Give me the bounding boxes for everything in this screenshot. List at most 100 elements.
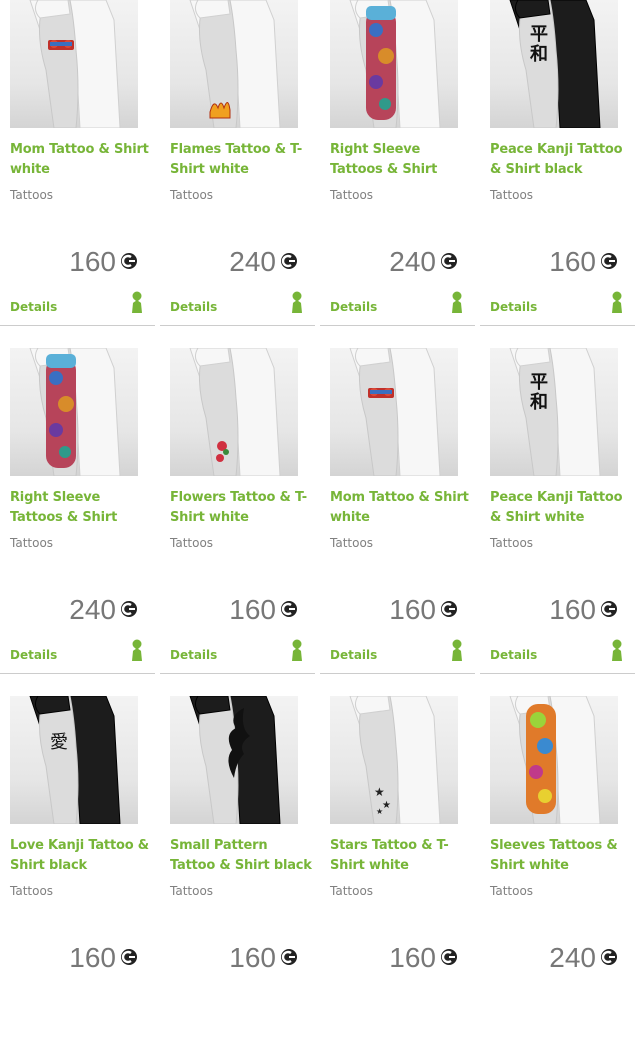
product-thumbnail-graphic (29, 0, 121, 128)
avatar-icon (610, 291, 624, 313)
avatar-icon (450, 291, 464, 313)
microsoft-points-icon (600, 948, 618, 966)
row-divider (480, 673, 635, 674)
product-thumbnail-graphic (509, 696, 601, 824)
product-price: 240 (549, 942, 596, 973)
product-title[interactable]: Flames Tattoo & T-Shirt white (170, 140, 316, 180)
microsoft-points-icon (280, 252, 298, 270)
product-thumbnail[interactable] (10, 348, 138, 476)
product-title[interactable]: Mom Tattoo & Shirt white (330, 488, 476, 528)
product-thumbnail[interactable] (330, 348, 458, 476)
product-thumbnail[interactable] (10, 0, 138, 128)
product-title[interactable]: Right Sleeve Tattoos & Shirt (10, 488, 156, 528)
product-thumbnail[interactable]: 平和 (490, 348, 618, 476)
product-thumbnail-graphic: 平和 (509, 0, 601, 128)
avatar-icon (450, 639, 464, 661)
product-thumbnail[interactable] (170, 348, 298, 476)
product-card[interactable]: Flowers Tattoo & T-Shirt white Tattoos 160… (160, 348, 316, 696)
product-thumbnail[interactable] (170, 696, 298, 824)
product-thumbnail-graphic (29, 348, 121, 476)
product-title[interactable]: Peace Kanji Tattoo & Shirt black (490, 140, 635, 180)
product-price: 160 (69, 942, 116, 973)
product-card[interactable]: 平和 Peace Kanji Tattoo & Shirt black Tatto… (480, 0, 635, 348)
svg-text:和: 和 (530, 392, 548, 413)
product-thumbnail[interactable]: ★ ★ ★ (330, 696, 458, 824)
row-divider (480, 325, 635, 326)
microsoft-points-icon (280, 600, 298, 618)
product-thumbnail[interactable] (170, 0, 298, 128)
product-card[interactable]: Flames Tattoo & T-Shirt white Tattoos 240 D… (160, 0, 316, 348)
svg-text:★: ★ (374, 785, 385, 799)
details-link[interactable]: Details (10, 300, 57, 314)
product-card[interactable]: Sleeves Tattoos & Shirt white Tattoos 240 (480, 696, 635, 1044)
product-price: 160 (549, 246, 596, 277)
product-title[interactable]: Right Sleeve Tattoos & Shirt (330, 140, 476, 180)
details-link[interactable]: Details (490, 648, 537, 662)
price-row: 240 (320, 246, 458, 278)
product-category: Tattoos (330, 188, 374, 202)
avatar-icon (610, 639, 624, 661)
product-thumbnail-graphic: 平和 (509, 348, 601, 476)
product-title[interactable]: Mom Tattoo & Shirt white (10, 140, 156, 180)
product-thumbnail-graphic (189, 696, 281, 824)
product-category: Tattoos (170, 884, 214, 898)
product-price: 160 (229, 942, 276, 973)
product-card[interactable]: Right Sleeve Tattoos & Shirt Tattoos 240 De… (0, 348, 156, 696)
row-divider (320, 325, 475, 326)
price-row: 160 (320, 594, 458, 626)
svg-text:★: ★ (376, 807, 383, 816)
product-thumbnail-graphic: 愛 (29, 696, 121, 824)
product-price: 160 (69, 246, 116, 277)
product-category: Tattoos (170, 188, 214, 202)
product-card[interactable]: Right Sleeve Tattoos & Shirt Tattoos 240 De… (320, 0, 476, 348)
product-card[interactable]: ★ ★ ★ Stars Tattoo & T-Shirt white Tattoos 1… (320, 696, 476, 1044)
product-card[interactable]: Mom Tattoo & Shirt white Tattoos 160 Detail… (320, 348, 476, 696)
product-card[interactable]: 平和 Peace Kanji Tattoo & Shirt white Tatto… (480, 348, 635, 696)
row-divider (160, 325, 315, 326)
details-link[interactable]: Details (170, 648, 217, 662)
product-thumbnail[interactable]: 愛 (10, 696, 138, 824)
avatar-icon (290, 639, 304, 661)
product-price: 160 (229, 594, 276, 625)
product-thumbnail[interactable] (330, 0, 458, 128)
product-category: Tattoos (490, 188, 534, 202)
product-card[interactable]: 愛 Love Kanji Tattoo & Shirt black Tattoos… (0, 696, 156, 1044)
product-category: Tattoos (10, 536, 54, 550)
product-title[interactable]: Small Pattern Tattoo & Shirt black (170, 836, 316, 876)
product-price: 160 (389, 942, 436, 973)
product-category: Tattoos (170, 536, 214, 550)
product-price: 240 (389, 246, 436, 277)
price-row: 240 (480, 942, 618, 974)
product-title[interactable]: Flowers Tattoo & T-Shirt white (170, 488, 316, 528)
svg-text:★: ★ (382, 800, 391, 811)
svg-text:和: 和 (530, 44, 548, 65)
product-category: Tattoos (490, 884, 534, 898)
product-title[interactable]: Stars Tattoo & T-Shirt white (330, 836, 476, 876)
price-row: 240 (0, 594, 138, 626)
price-row: 240 (160, 246, 298, 278)
microsoft-points-icon (440, 948, 458, 966)
details-link[interactable]: Details (170, 300, 217, 314)
product-thumbnail-graphic: ★★★ (349, 696, 441, 824)
microsoft-points-icon (120, 252, 138, 270)
microsoft-points-icon (600, 600, 618, 618)
product-title[interactable]: Sleeves Tattoos & Shirt white (490, 836, 635, 876)
details-link[interactable]: Details (10, 648, 57, 662)
details-link[interactable]: Details (330, 648, 377, 662)
product-thumbnail[interactable]: 平和 (490, 0, 618, 128)
product-title[interactable]: Peace Kanji Tattoo & Shirt white (490, 488, 635, 528)
product-thumbnail[interactable] (490, 696, 618, 824)
svg-text:愛: 愛 (50, 732, 68, 753)
price-row: 160 (480, 594, 618, 626)
product-card[interactable]: Mom Tattoo & Shirt white Tattoos 160 Detail… (0, 0, 156, 348)
product-title[interactable]: Love Kanji Tattoo & Shirt black (10, 836, 156, 876)
row-divider (0, 673, 155, 674)
microsoft-points-icon (440, 600, 458, 618)
product-card[interactable]: Small Pattern Tattoo & Shirt black Tattoo… (160, 696, 316, 1044)
details-link[interactable]: Details (330, 300, 377, 314)
svg-text:平: 平 (530, 24, 548, 45)
product-price: 160 (549, 594, 596, 625)
product-category: Tattoos (490, 536, 534, 550)
details-link[interactable]: Details (490, 300, 537, 314)
price-row: 160 (160, 942, 298, 974)
